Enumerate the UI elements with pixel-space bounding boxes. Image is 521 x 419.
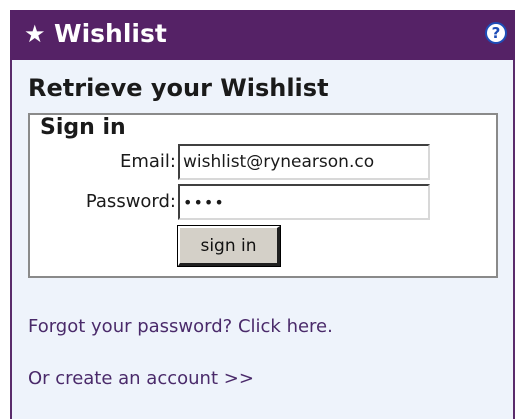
create-account-link[interactable]: Or create an account >> xyxy=(28,367,254,391)
title-bar: ★ Wishlist ? xyxy=(10,10,515,60)
signin-legend: Sign in xyxy=(36,115,130,141)
forgot-password-link[interactable]: Forgot your password? Click here. xyxy=(28,315,333,339)
star-icon: ★ xyxy=(24,20,46,48)
help-icon[interactable]: ? xyxy=(485,22,507,44)
password-label: Password: xyxy=(85,191,176,212)
sign-in-button[interactable]: sign in xyxy=(177,225,281,267)
password-input[interactable] xyxy=(178,184,430,220)
panel-title: Wishlist xyxy=(54,19,167,48)
email-input[interactable] xyxy=(178,144,430,180)
retrieve-heading: Retrieve your Wishlist xyxy=(28,74,329,102)
email-label: Email: xyxy=(119,151,176,172)
